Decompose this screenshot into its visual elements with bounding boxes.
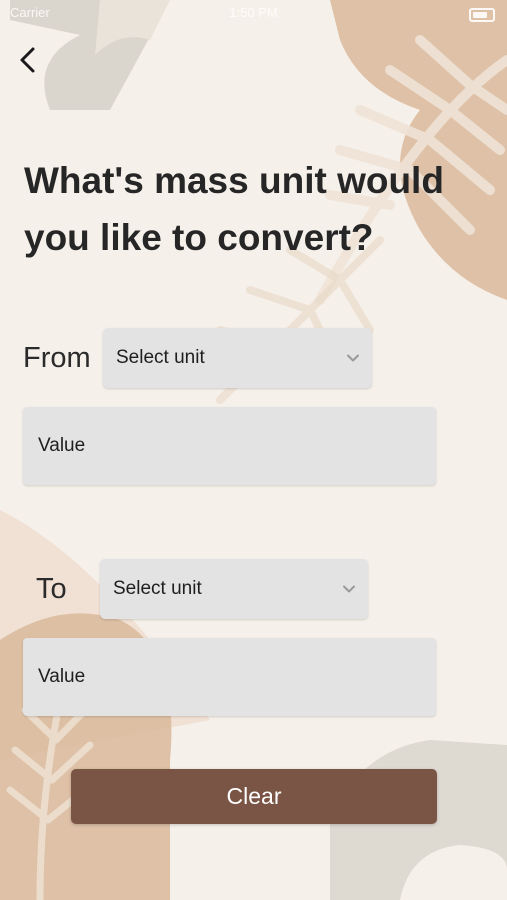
- from-unit-select[interactable]: Select unit: [103, 328, 372, 388]
- to-value-placeholder: Value: [38, 666, 86, 687]
- chevron-down-icon: [347, 354, 359, 362]
- back-chevron-icon: [20, 47, 35, 73]
- clear-button[interactable]: Clear: [71, 769, 437, 824]
- to-label: To: [36, 573, 67, 605]
- from-label: From: [23, 342, 91, 374]
- from-unit-select-value: Select unit: [116, 347, 205, 368]
- chevron-down-icon: [343, 585, 355, 593]
- to-value-input[interactable]: Value: [23, 638, 436, 716]
- battery-icon: [469, 8, 495, 22]
- back-button[interactable]: [14, 44, 48, 78]
- status-bar: Carrier 1:50 PM: [0, 0, 507, 30]
- status-time: 1:50 PM: [229, 5, 278, 20]
- page-title: What's mass unit would you like to conve…: [24, 160, 444, 258]
- from-value-input[interactable]: Value: [23, 407, 436, 485]
- to-unit-select-value: Select unit: [113, 578, 202, 599]
- to-unit-select[interactable]: Select unit: [100, 559, 368, 619]
- from-value-placeholder: Value: [38, 435, 86, 456]
